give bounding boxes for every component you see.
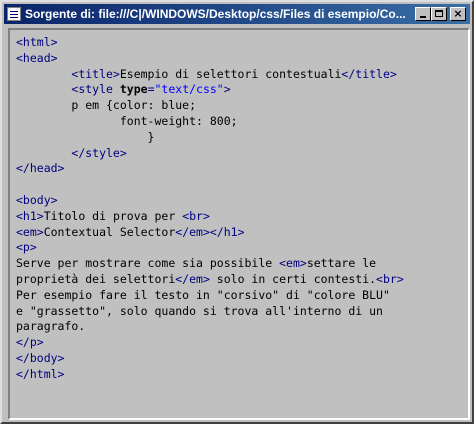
source-line: Serve per mostrare come sia possibile <e… [16,256,376,270]
code-tag: <h1> [16,208,44,223]
code-tag: <br> [182,208,210,223]
code-tag: <style [71,82,120,97]
source-line: e "grassetto", solo quando si trova all'… [16,304,383,318]
code-tag: </body> [16,350,65,365]
code-attr: type [119,82,148,97]
source-line: <body> [16,193,58,207]
source-line: <em>Contextual Selector</em></h1> [16,225,245,239]
source-code: <html> <head> <title>Esempio di selettor… [16,35,464,383]
source-line: } [16,129,155,144]
source-line: </head> [16,161,64,175]
code-tag: </em> [175,271,210,286]
code-tag: <p> [16,240,37,255]
minimize-icon [420,16,426,18]
source-line: proprietà dei selettori</em> solo in cer… [16,272,404,286]
code-text: settare le [306,256,377,271]
code-tag: <head> [16,50,58,65]
code-tag: <br> [376,271,404,286]
source-line: <p> [16,240,37,254]
close-button[interactable]: × [450,7,466,21]
code-tag: </h1> [209,224,245,239]
source-line: <h1>Titolo di prova per <br> [16,209,210,223]
code-text: Contextual Selector [43,224,176,239]
minimize-button[interactable] [415,7,431,21]
source-line: </style> [16,145,127,160]
source-line: <style type="text/css"> [16,82,231,97]
code-tag: </head> [16,161,65,176]
code-tag: </style> [71,145,127,160]
code-text: e "grassetto", solo quando si trova all'… [16,303,383,318]
code-text: Esempio di selettori contestuali [119,66,342,81]
code-tag: > [223,82,231,97]
code-tag: = [147,82,155,97]
code-text: Per esempio fare il testo in "corsivo" d… [16,287,390,302]
source-view[interactable]: <html> <head> <title>Esempio di selettor… [8,28,470,420]
code-text: paragrafo. [16,319,86,334]
source-line: </p> [16,335,44,349]
source-line: <head> [16,51,58,65]
source-line: </body> [16,351,64,365]
code-text: p em {color: blue; [16,98,197,113]
code-val: "text/css" [154,82,224,97]
code-tag: <html> [16,35,58,49]
title-bar[interactable]: Sorgente di: file:///C|/WINDOWS/Desktop/… [4,4,470,24]
code-text: } [16,129,155,144]
code-tag: <em> [279,256,307,271]
code-tag: </title> [341,66,397,81]
code-tag: </html> [16,366,65,381]
code-text: Titolo di prova per [43,208,183,223]
view-source-window: Sorgente di: file:///C|/WINDOWS/Desktop/… [0,0,474,424]
source-line: p em {color: blue; [16,98,196,112]
code-text: Serve per mostrare come sia possibile [16,256,280,271]
document-icon[interactable] [7,7,21,21]
source-line: Per esempio fare il testo in "corsivo" d… [16,288,390,302]
code-text: solo in certi contesti. [209,271,377,286]
source-line: <title>Esempio di selettori contestuali<… [16,66,397,81]
close-icon: × [453,7,463,20]
source-line: </html> [16,367,64,381]
source-line: <html> [16,35,58,49]
maximize-button[interactable] [431,7,447,21]
code-text: font-weight: 800; [16,113,238,128]
window-title: Sorgente di: file:///C|/WINDOWS/Desktop/… [25,7,406,21]
code-text: proprietà dei selettori [16,271,176,286]
source-line: font-weight: 800; [16,114,238,128]
source-line: paragrafo. [16,319,85,333]
code-tag: <body> [16,192,58,207]
code-tag: </em> [175,224,210,239]
code-tag: <em> [16,224,44,239]
code-tag: <title> [71,66,120,81]
maximize-icon [435,10,443,17]
code-tag: </p> [16,335,44,350]
